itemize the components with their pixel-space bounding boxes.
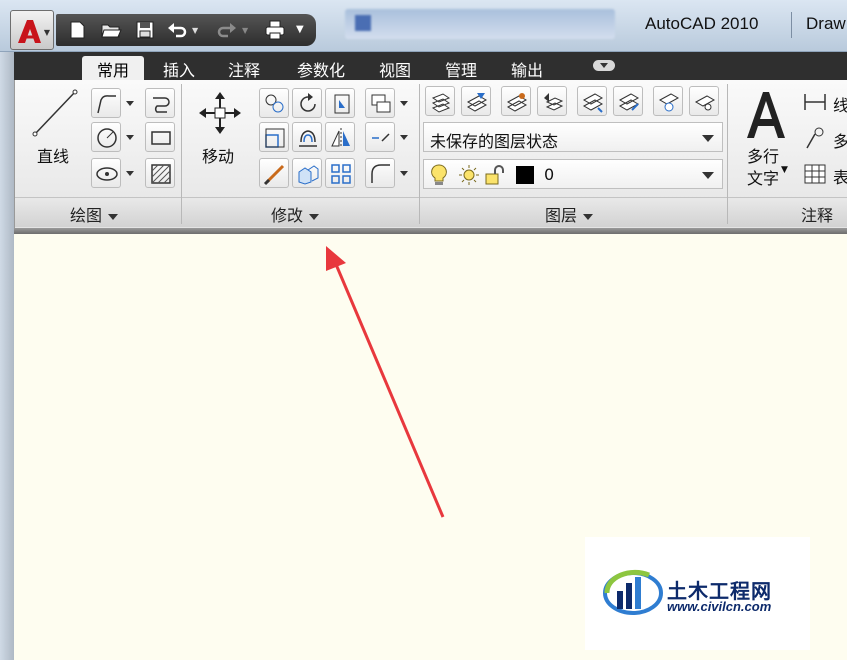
civilcn-logo-icon	[603, 569, 663, 615]
autocad-window: ▼ ▼ ▼ ▼ AutoCAD 2010 Draw 常用 插入 注释 参数化 视…	[0, 0, 847, 660]
watermark-url: www.civilcn.com	[667, 599, 772, 614]
watermark-logo: 土木工程网 www.civilcn.com	[585, 537, 810, 650]
